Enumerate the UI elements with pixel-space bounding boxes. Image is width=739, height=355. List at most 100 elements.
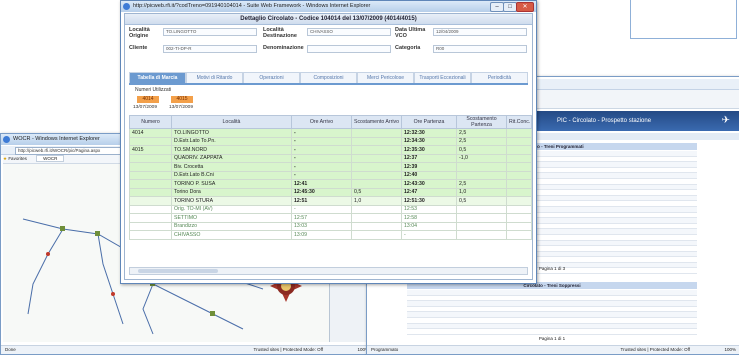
cell-ore-arrivo: - xyxy=(291,136,352,146)
tab-periodicita[interactable]: Periodicità xyxy=(471,72,528,83)
map-tab[interactable]: WOCR xyxy=(36,155,65,162)
cell-localita: Torino Dora xyxy=(171,187,292,197)
train-marker[interactable] xyxy=(46,252,50,256)
cell-ore-arrivo: 12:41 xyxy=(291,179,352,189)
cell-localita: Orig. TO-MI (AV) xyxy=(171,204,292,214)
tab-composizioni[interactable]: Composizioni xyxy=(300,72,357,83)
col-scostamento-arrivo[interactable]: Scostamento Arrivo xyxy=(351,115,402,129)
col-ore-partenza[interactable]: Ore Partenza xyxy=(401,115,457,129)
close-button[interactable]: ✕ xyxy=(516,2,534,12)
cell-rit-conc xyxy=(506,128,532,138)
train-detail-popup: http://picweb.rfi.it/?codTreno=091940104… xyxy=(120,0,537,284)
table-row[interactable]: Orig. TO-MI (AV) - 12:53 xyxy=(129,204,532,214)
col-scostamento-partenza[interactable]: Scostamento Partenza xyxy=(456,115,507,129)
cell-scostamento-arrivo: 0,5 xyxy=(351,187,402,197)
cell-rit-conc xyxy=(506,196,532,206)
pager-2[interactable]: Pagina 1 di 1 xyxy=(407,335,697,342)
rail-line xyxy=(142,283,154,335)
timetable-body: 4014 TO.LINGOTTO -12:32:30 2,5 D.Estr.Lato T… xyxy=(129,128,532,240)
cell-scostamento-arrivo xyxy=(351,153,402,163)
table-row[interactable]: 4015 TO.SM.NORD - 12:35:30 0,5 xyxy=(129,145,532,155)
table-row[interactable]: QUADRIV. ZAPPATA - 12:37 -1,0 xyxy=(129,153,532,163)
cell-localita: D.Estr.Lato To.Pn. xyxy=(171,136,292,146)
list-item[interactable] xyxy=(407,328,697,335)
cell-localita: SETTIMO xyxy=(171,213,292,223)
popup-content: Dettaglio Circolato - Codice 104014 del … xyxy=(124,13,533,280)
col-numero[interactable]: Numero xyxy=(129,115,172,129)
cell-ore-partenza: 12:40 xyxy=(401,170,457,180)
cell-rit-conc xyxy=(506,179,532,189)
favorites-label[interactable]: Favorites xyxy=(8,156,27,161)
cell-ore-partenza: 12:39 xyxy=(401,162,457,172)
table-row[interactable]: 4014 TO.LINGOTTO - 12:32:30 2,5 xyxy=(129,128,532,138)
cell-scostamento-arrivo xyxy=(351,136,402,146)
tab-motivi-di-ritardo[interactable]: Motivi di Ritardo xyxy=(186,72,243,83)
col-ore-arrivo[interactable]: Ore Arrivo xyxy=(291,115,352,129)
cell-scostamento-arrivo xyxy=(351,230,402,240)
train-marker[interactable] xyxy=(111,292,115,296)
table-row[interactable]: TORINO P. SUSA 12:41 12:43:30 2,5 xyxy=(129,179,532,189)
tab-tabella-di-marcia[interactable]: Tabella di Marcia xyxy=(129,72,186,83)
categoria-field: R00 xyxy=(433,45,527,53)
horizontal-scrollbar[interactable] xyxy=(129,267,528,275)
cell-numero: 4014 xyxy=(129,128,172,138)
scrollbar-thumb[interactable] xyxy=(138,269,218,273)
star-icon[interactable]: ★ xyxy=(3,156,7,161)
cell-numero xyxy=(129,170,172,180)
cell-ore-partenza: 12:37 xyxy=(401,153,457,163)
tab-merci-pericolose[interactable]: Merci Pericolose xyxy=(357,72,414,83)
cell-scostamento-partenza xyxy=(456,221,507,231)
station-marker[interactable] xyxy=(60,226,65,231)
table-row[interactable]: Biv. Crocetta - 12:39 xyxy=(129,162,532,172)
station-marker[interactable] xyxy=(95,231,100,236)
table-row[interactable]: Torino Dora 12:45:30 0,5 12:47 1,0 xyxy=(129,187,532,197)
cell-ore-partenza: 12:53 xyxy=(401,204,457,214)
table-cell xyxy=(588,328,625,335)
cell-numero xyxy=(129,153,172,163)
cell-ore-partenza: 12:58 xyxy=(401,213,457,223)
cell-localita: TORINO STURA xyxy=(171,196,292,206)
cell-scostamento-arrivo xyxy=(351,170,402,180)
tab-underline xyxy=(129,83,528,85)
maximize-button[interactable]: □ xyxy=(503,2,517,12)
cell-ore-partenza: 13:04 xyxy=(401,221,457,231)
cell-rit-conc xyxy=(506,145,532,155)
ie-icon xyxy=(123,3,130,10)
table-row[interactable]: TORINO STURA 12:51 1,0 12:51:30 0,5 xyxy=(129,196,532,206)
cell-ore-arrivo: 12:45:30 xyxy=(291,187,352,197)
train-number-badge[interactable]: 4015 xyxy=(171,96,193,103)
tab-operazioni[interactable]: Operazioni xyxy=(243,72,300,83)
cell-ore-partenza: 12:34:30 xyxy=(401,136,457,146)
table-row[interactable]: SETTIMO 12:57 12:58 xyxy=(129,213,532,223)
vco-label: Data Ultima VCO xyxy=(395,27,426,39)
cell-ore-arrivo: - xyxy=(291,204,352,214)
station-marker[interactable] xyxy=(210,311,215,316)
table-cell xyxy=(552,328,589,335)
station-header-title: PIC - Circolato - Prospetto stazione xyxy=(557,118,652,124)
cell-scostamento-arrivo xyxy=(351,179,402,189)
cell-ore-partenza: 12:51:30 xyxy=(401,196,457,206)
cell-ore-partenza: - xyxy=(401,230,457,240)
cell-rit-conc xyxy=(506,230,532,240)
table-row[interactable]: Brandizzo 13:03 13:04 xyxy=(129,221,532,231)
col-localita[interactable]: Località xyxy=(171,115,292,129)
cell-ore-arrivo: - xyxy=(291,145,352,155)
tab-trasporti-eccezionali[interactable]: Trasporti Eccezionali xyxy=(414,72,471,83)
popup-window-title: http://picweb.rfi.it/?codTreno=091940104… xyxy=(133,3,371,9)
cell-ore-arrivo: 13:09 xyxy=(291,230,352,240)
cell-ore-arrivo: 12:51 xyxy=(291,196,352,206)
timetable-grid: Numero Località Ore Arrivo Scostamento A… xyxy=(129,115,532,240)
cell-numero xyxy=(129,204,172,214)
detail-tabs: Tabella di Marcia Motivi di Ritardo Oper… xyxy=(129,72,528,83)
table-row[interactable]: D.Estr.Lato To.Pn. - 12:34:30 2,5 xyxy=(129,136,532,146)
cell-ore-arrivo: 13:03 xyxy=(291,221,352,231)
train-number-badge[interactable]: 4014 xyxy=(137,96,159,103)
table-row[interactable]: D.Estr.Lato B.Cni - 12:40 xyxy=(129,170,532,180)
table-cell xyxy=(407,328,444,335)
cell-rit-conc xyxy=(506,221,532,231)
col-rit-conc[interactable]: Rit.Conc. xyxy=(506,115,532,129)
cell-scostamento-arrivo xyxy=(351,204,402,214)
pager-2-text: Pagina 1 di 1 xyxy=(538,336,566,341)
minimize-button[interactable]: – xyxy=(490,2,504,12)
table-row[interactable]: CHIVASSO 13:09 - xyxy=(129,230,532,240)
